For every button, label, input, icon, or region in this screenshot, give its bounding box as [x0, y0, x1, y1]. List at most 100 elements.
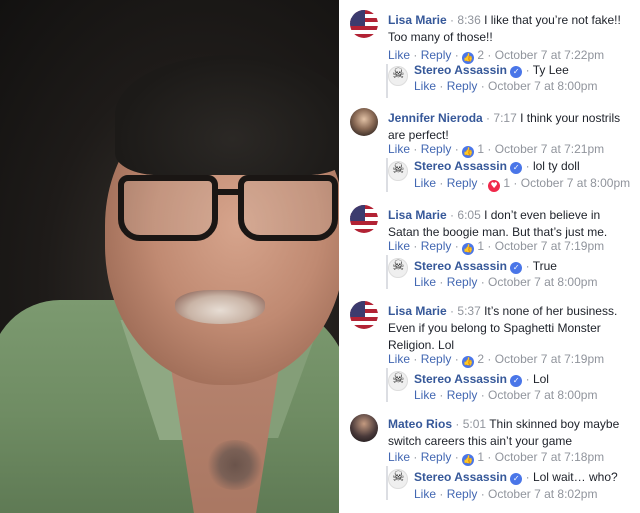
verified-badge-icon: ✓: [510, 473, 523, 485]
reply-link[interactable]: Reply: [447, 176, 478, 190]
verified-badge-icon: ✓: [510, 262, 523, 274]
verified-badge-icon: ✓: [510, 375, 523, 387]
reply-date[interactable]: October 7 at 8:00pm: [488, 388, 597, 402]
comment-date[interactable]: October 7 at 7:19pm: [495, 239, 604, 253]
skull-avatar-icon[interactable]: [388, 258, 408, 278]
profile-photo-icon[interactable]: [350, 108, 378, 136]
reply-thread-line: [386, 368, 388, 402]
glasses: [118, 175, 339, 245]
reply-actions: Like · Reply · ♥ 1 · October 7 at 8:00pm: [414, 176, 631, 192]
flag-icon[interactable]: [350, 301, 378, 329]
reply-link[interactable]: Reply: [421, 142, 452, 156]
comment-timestamp[interactable]: 5:37: [457, 304, 480, 318]
like-link[interactable]: Like: [414, 176, 436, 190]
skull-avatar-icon[interactable]: [388, 66, 408, 86]
neck-tattoo: [205, 440, 265, 490]
comment-body: Jennifer Nieroda · 7:17 I think your nos…: [388, 111, 621, 142]
reply-thread-line: [386, 255, 388, 289]
comment-date[interactable]: October 7 at 7:18pm: [495, 450, 604, 464]
reply-body: Stereo Assassin ✓ · lol ty doll: [414, 159, 580, 174]
reply-text: Lol wait… who?: [532, 470, 618, 484]
flag-icon[interactable]: [350, 10, 378, 38]
skull-avatar-icon[interactable]: [388, 371, 408, 391]
reply-link[interactable]: Reply: [447, 388, 478, 402]
reply-body: Stereo Assassin ✓ · Lol wait… who?: [414, 470, 618, 485]
mouth: [175, 290, 265, 324]
flag-icon[interactable]: [350, 205, 378, 233]
skull-avatar-icon[interactable]: [388, 161, 408, 181]
reply-link[interactable]: Reply: [447, 79, 478, 93]
reply-date[interactable]: October 7 at 8:00pm: [488, 79, 597, 93]
glasses-lens-right: [238, 175, 338, 241]
like-link[interactable]: Like: [388, 352, 410, 366]
comment-body: Lisa Marie · 5:37 It’s none of her busin…: [388, 304, 618, 352]
comment-actions: Like · Reply · 👍 1 · October 7 at 7:19pm: [388, 239, 605, 255]
like-link[interactable]: Like: [414, 388, 436, 402]
verified-badge-icon: ✓: [510, 162, 523, 174]
reply-link[interactable]: Reply: [447, 275, 478, 289]
reply-link[interactable]: Reply: [421, 239, 452, 253]
reply-link[interactable]: Reply: [421, 352, 452, 366]
like-link[interactable]: Like: [414, 487, 436, 501]
reply-actions: Like · Reply · October 7 at 8:00pm: [414, 275, 598, 289]
reply-link[interactable]: Reply: [421, 48, 452, 62]
comment-timestamp[interactable]: 5:01: [463, 417, 486, 431]
reply-author-name[interactable]: Stereo Assassin: [414, 159, 507, 173]
commenter-name[interactable]: Mateo Rios: [388, 417, 452, 431]
commenter-name[interactable]: Lisa Marie: [388, 304, 447, 318]
thumbs-up-icon: 👍: [462, 356, 475, 368]
comment-body: Lisa Marie · 8:36 I like that you’re not…: [388, 13, 621, 44]
reply-text: True: [532, 259, 557, 273]
reply-body: Stereo Assassin ✓ · True: [414, 259, 557, 274]
comment-actions: Like · Reply · 👍 2 · October 7 at 7:19pm: [388, 352, 605, 368]
verified-badge-icon: ✓: [510, 66, 523, 78]
reply-actions: Like · Reply · October 7 at 8:00pm: [414, 388, 598, 402]
reply-body: Stereo Assassin ✓ · Ty Lee: [414, 63, 569, 78]
comment-body: Mateo Rios · 5:01 Thin skinned boy maybe…: [388, 417, 620, 448]
hair: [115, 55, 339, 175]
skull-avatar-icon[interactable]: [388, 469, 408, 489]
commenter-name[interactable]: Lisa Marie: [388, 13, 447, 27]
reply-body: Stereo Assassin ✓ · Lol: [414, 372, 549, 387]
reply-date[interactable]: October 7 at 8:02pm: [488, 487, 597, 501]
heart-icon: ♥: [488, 180, 501, 192]
reply-date[interactable]: October 7 at 8:00pm: [488, 275, 597, 289]
comment-date[interactable]: October 7 at 7:19pm: [495, 352, 604, 366]
like-link[interactable]: Like: [414, 79, 436, 93]
glasses-lens-left: [118, 175, 218, 241]
comment-timestamp[interactable]: 7:17: [493, 111, 516, 125]
reply-author-name[interactable]: Stereo Assassin: [414, 372, 507, 386]
reply-date[interactable]: October 7 at 8:00pm: [521, 176, 630, 190]
comment-actions: Like · Reply · 👍 1 · October 7 at 7:18pm: [388, 450, 605, 466]
reply-link[interactable]: Reply: [421, 450, 452, 464]
reply-text: Lol: [532, 372, 549, 386]
video-frame[interactable]: [0, 0, 339, 513]
comment-timestamp[interactable]: 8:36: [457, 13, 480, 27]
like-link[interactable]: Like: [388, 142, 410, 156]
commenter-name[interactable]: Jennifer Nieroda: [388, 111, 483, 125]
profile-photo-icon[interactable]: [350, 414, 378, 442]
comment-date[interactable]: October 7 at 7:21pm: [495, 142, 604, 156]
like-link[interactable]: Like: [414, 275, 436, 289]
reply-thread-line: [386, 158, 388, 192]
commenter-name[interactable]: Lisa Marie: [388, 208, 447, 222]
reply-thread-line: [386, 64, 388, 98]
reply-actions: Like · Reply · October 7 at 8:02pm: [414, 487, 598, 501]
reply-author-name[interactable]: Stereo Assassin: [414, 470, 507, 484]
reply-author-name[interactable]: Stereo Assassin: [414, 63, 507, 77]
reply-author-name[interactable]: Stereo Assassin: [414, 259, 507, 273]
like-link[interactable]: Like: [388, 239, 410, 253]
like-link[interactable]: Like: [388, 450, 410, 464]
comment-date[interactable]: October 7 at 7:22pm: [495, 48, 604, 62]
comment-actions: Like · Reply · 👍 1 · October 7 at 7:21pm: [388, 142, 605, 158]
like-link[interactable]: Like: [388, 48, 410, 62]
reply-text: lol ty doll: [532, 159, 580, 173]
thumbs-up-icon: 👍: [462, 243, 475, 255]
comment-timestamp[interactable]: 6:05: [457, 208, 480, 222]
thumbs-up-icon: 👍: [462, 454, 475, 466]
comment-body: Lisa Marie · 6:05 I don’t even believe i…: [388, 208, 608, 239]
comments-panel: Lisa Marie · 8:36 I like that you’re not…: [339, 0, 640, 513]
reply-link[interactable]: Reply: [447, 487, 478, 501]
reply-actions: Like · Reply · October 7 at 8:00pm: [414, 79, 598, 93]
thumbs-up-icon: 👍: [462, 146, 475, 158]
